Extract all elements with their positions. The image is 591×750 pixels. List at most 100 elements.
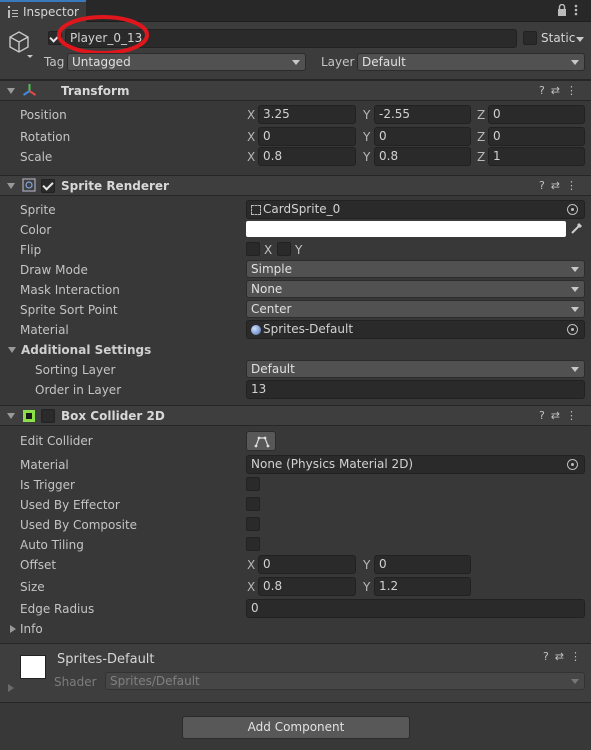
foldout-arrow-icon[interactable]	[7, 413, 15, 419]
sprite-sort-point-dropdown[interactable]: Center	[246, 300, 585, 318]
sprite-renderer-enabled-checkbox[interactable]	[41, 179, 55, 193]
offset-y-field[interactable]: 0	[374, 555, 471, 574]
material-field[interactable]: Sprites-Default	[246, 320, 585, 339]
transform-icon	[22, 83, 37, 98]
rotation-x-field[interactable]: 0	[258, 127, 356, 146]
static-label[interactable]: Static	[541, 31, 575, 45]
sprite-renderer-title: Sprite Renderer	[61, 179, 169, 193]
box-collider-icon	[22, 409, 36, 423]
scale-z-field[interactable]: 1	[488, 147, 585, 166]
lock-icon[interactable]	[557, 3, 567, 16]
axis-x-label[interactable]: X	[247, 130, 255, 144]
draw-mode-label: Draw Mode	[20, 263, 88, 277]
auto-tiling-checkbox[interactable]	[246, 537, 260, 551]
axis-z-label[interactable]: Z	[477, 150, 485, 164]
edge-radius-field[interactable]: 0	[246, 599, 585, 618]
chevron-down-icon	[571, 267, 579, 272]
static-checkbox[interactable]	[523, 31, 537, 45]
offset-label: Offset	[20, 558, 57, 572]
tag-dropdown[interactable]: Untagged	[67, 53, 306, 71]
info-label[interactable]: Info	[20, 622, 43, 636]
component-header-icons[interactable]: ?⇄⋮	[539, 84, 583, 97]
axis-y-label[interactable]: Y	[363, 150, 370, 164]
layer-dropdown[interactable]: Default	[357, 53, 585, 71]
shader-label: Shader	[54, 675, 97, 689]
tag-value: Untagged	[72, 55, 131, 69]
chevron-down-icon	[571, 307, 579, 312]
chevron-down-icon	[571, 60, 579, 65]
position-z-field[interactable]: 0	[488, 105, 585, 124]
rotation-y-field[interactable]: 0	[374, 127, 471, 146]
eyedropper-icon[interactable]	[570, 221, 584, 235]
foldout-arrow-icon[interactable]	[8, 347, 16, 353]
axis-x-label[interactable]: X	[247, 150, 255, 164]
shader-value: Sprites/Default	[110, 674, 200, 688]
used-by-composite-checkbox[interactable]	[246, 517, 260, 531]
sorting-layer-dropdown[interactable]: Default	[246, 360, 585, 378]
additional-settings-label[interactable]: Additional Settings	[21, 343, 151, 357]
transform-header[interactable]: Transform ?⇄⋮	[0, 80, 591, 101]
axis-z-label[interactable]: Z	[477, 130, 485, 144]
axis-z-label[interactable]: Z	[477, 108, 485, 122]
object-picker-icon[interactable]	[567, 324, 578, 335]
object-picker-icon[interactable]	[567, 459, 578, 470]
scale-label: Scale	[20, 150, 53, 164]
collider-material-field[interactable]: None (Physics Material 2D)	[246, 455, 585, 474]
component-header-icons[interactable]: ?⇄⋮	[539, 179, 583, 192]
rotation-label: Rotation	[20, 130, 71, 144]
axis-y-label[interactable]: Y	[363, 558, 370, 572]
component-header-icons[interactable]: ?⇄⋮	[543, 650, 587, 663]
material-label: Material	[20, 323, 69, 337]
rotation-z-field[interactable]: 0	[488, 127, 585, 146]
box-collider-header[interactable]: Box Collider 2D ?⇄⋮	[0, 405, 591, 426]
axis-x-label[interactable]: X	[247, 580, 255, 594]
sprite-field[interactable]: CardSprite_0	[246, 200, 585, 219]
color-swatch[interactable]	[246, 221, 566, 237]
foldout-arrow-icon[interactable]	[7, 183, 15, 189]
scale-x-field[interactable]: 0.8	[258, 147, 356, 166]
menu-kebab-icon[interactable]	[574, 3, 578, 17]
edit-collider-button[interactable]	[246, 431, 276, 451]
mask-interaction-dropdown[interactable]: None	[246, 280, 585, 298]
chevron-down-icon	[292, 60, 300, 65]
axis-x-label[interactable]: X	[247, 108, 255, 122]
mask-interaction-label: Mask Interaction	[20, 283, 120, 297]
axis-y-label[interactable]: Y	[363, 580, 370, 594]
sprite-value: CardSprite_0	[263, 202, 341, 216]
order-in-layer-field[interactable]: 13	[246, 380, 585, 399]
auto-tiling-label: Auto Tiling	[20, 538, 84, 552]
size-y-field[interactable]: 1.2	[374, 577, 471, 596]
scale-y-field[interactable]: 0.8	[374, 147, 471, 166]
shader-dropdown[interactable]: Sprites/Default	[105, 672, 585, 690]
flip-x-checkbox[interactable]	[246, 242, 260, 256]
used-by-composite-label: Used By Composite	[20, 518, 138, 532]
component-header-icons[interactable]: ?⇄⋮	[539, 409, 583, 422]
is-trigger-checkbox[interactable]	[246, 477, 260, 491]
box-collider-enabled-checkbox[interactable]	[41, 409, 55, 423]
position-y-field[interactable]: -2.55	[374, 105, 471, 124]
foldout-arrow-right-icon[interactable]	[8, 684, 14, 692]
order-in-layer-label: Order in Layer	[35, 383, 122, 397]
material-preview-name: Sprites-Default	[57, 652, 155, 667]
axis-y-label[interactable]: Y	[363, 130, 370, 144]
flip-y-checkbox[interactable]	[277, 242, 291, 256]
sorting-layer-label: Sorting Layer	[35, 363, 116, 377]
axis-y-label[interactable]: Y	[363, 108, 370, 122]
size-x-field[interactable]: 0.8	[258, 577, 356, 596]
foldout-arrow-icon[interactable]	[7, 88, 15, 94]
sprite-renderer-header[interactable]: Sprite Renderer ?⇄⋮	[0, 175, 591, 196]
gameobject-cube-icon[interactable]	[8, 30, 34, 58]
object-picker-icon[interactable]	[567, 204, 578, 215]
chevron-down-icon	[571, 367, 579, 372]
axis-x-label[interactable]: X	[247, 558, 255, 572]
add-component-button[interactable]: Add Component	[182, 716, 410, 739]
foldout-arrow-right-icon[interactable]	[10, 625, 16, 633]
position-x-field[interactable]: 3.25	[258, 105, 356, 124]
offset-x-field[interactable]: 0	[258, 555, 356, 574]
used-by-effector-checkbox[interactable]	[246, 497, 260, 511]
sprite-label: Sprite	[20, 203, 56, 217]
info-icon	[7, 5, 18, 18]
flip-x-label: X	[264, 243, 273, 257]
static-dropdown-arrow-icon[interactable]	[576, 37, 584, 42]
draw-mode-dropdown[interactable]: Simple	[246, 260, 585, 278]
